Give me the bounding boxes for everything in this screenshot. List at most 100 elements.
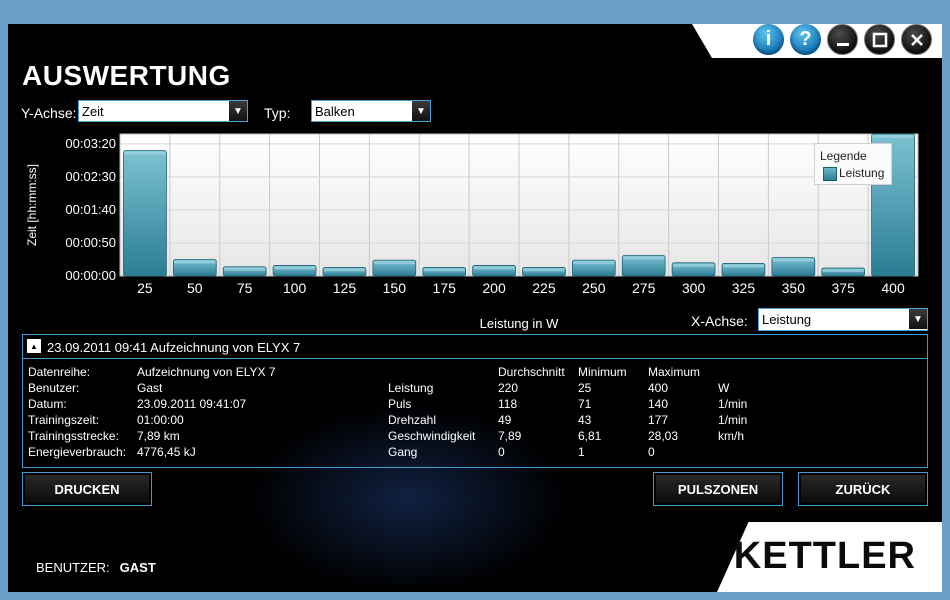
stats-avg: 7,89 — [498, 429, 522, 443]
stats-header: Maximum — [648, 365, 701, 379]
info-value: 7,89 km — [137, 429, 180, 443]
info-label: Benutzer: — [28, 381, 80, 395]
x-tick-label: 100 — [283, 280, 307, 296]
x-tick-label: 225 — [532, 280, 556, 296]
stats-unit: km/h — [718, 429, 745, 443]
x-tick-label: 375 — [832, 280, 856, 296]
x-tick-label: 400 — [881, 280, 905, 296]
stats-max: 140 — [648, 397, 669, 411]
bar-highlight — [822, 269, 864, 273]
info-value: Aufzeichnung von ELYX 7 — [137, 365, 276, 379]
stats-min: 43 — [578, 413, 592, 427]
legend-entry: Leistung — [839, 166, 885, 180]
info-label: Energieverbrauch: — [28, 445, 127, 459]
collapse-arrow-icon[interactable]: ▲ — [27, 339, 41, 353]
stats-min: 6,81 — [578, 429, 602, 443]
info-label: Datum: — [28, 397, 67, 411]
bar-highlight — [473, 266, 515, 270]
stats-avg: 220 — [498, 381, 519, 395]
x-tick-label: 125 — [333, 280, 357, 296]
x-tick-label: 300 — [682, 280, 706, 296]
bar-highlight — [224, 267, 266, 271]
y-tick-label: 00:00:50 — [65, 235, 116, 250]
stats-header: Minimum — [578, 365, 627, 379]
y-tick-label: 00:03:20 — [65, 136, 116, 151]
bar-highlight — [772, 258, 814, 262]
x-tick-label: 75 — [237, 280, 253, 296]
details-header-text: 23.09.2011 09:41 Aufzeichnung von ELYX 7 — [47, 340, 301, 355]
x-axis-select[interactable]: Leistung ▼ — [758, 308, 928, 331]
bar-highlight — [872, 135, 914, 138]
stats-name: Gang — [388, 445, 418, 459]
stats-max: 177 — [648, 413, 669, 427]
stats-max: 400 — [648, 381, 669, 395]
x-tick-label: 200 — [482, 280, 506, 296]
stats-unit: 1/min — [718, 413, 748, 427]
x-axis-select-value: Leistung — [762, 312, 812, 327]
x-tick-label: 350 — [782, 280, 806, 296]
y-tick-label: 00:01:40 — [65, 202, 116, 217]
chart: 00:00:00 00:00:50 00:01:40 00:02:30 00:03:20… — [8, 24, 942, 334]
info-value: Gast — [137, 381, 163, 395]
legend-title: Legende — [820, 149, 867, 163]
bar — [123, 150, 167, 277]
stats-avg: 0 — [498, 445, 505, 459]
bar-highlight — [722, 264, 764, 268]
bar-highlight — [323, 268, 365, 272]
back-button[interactable]: ZURÜCK — [798, 472, 928, 506]
bar-highlight — [623, 256, 665, 260]
stats-header: Durchschnitt — [498, 365, 565, 379]
info-label: Trainingszeit: — [28, 413, 99, 427]
stats-avg: 118 — [498, 397, 518, 411]
bar-highlight — [274, 266, 316, 270]
info-value: 4776,45 kJ — [137, 445, 196, 459]
print-button[interactable]: DRUCKEN — [22, 472, 152, 506]
info-label: Datenreihe: — [28, 365, 91, 379]
x-tick-label: 25 — [137, 280, 153, 296]
x-tick-label: 275 — [632, 280, 656, 296]
user-value: GAST — [119, 560, 156, 575]
bar-highlight — [174, 260, 216, 264]
stats-min: 1 — [578, 445, 585, 459]
x-tick-label: 175 — [433, 280, 457, 296]
bar-highlight — [573, 261, 615, 265]
y-axis-title: Zeit [hh:mm:ss] — [25, 164, 39, 246]
stats-max: 28,03 — [648, 429, 679, 443]
stats-name: Puls — [388, 397, 412, 411]
bar-highlight — [523, 268, 565, 272]
stats-min: 25 — [578, 381, 592, 395]
details-panel: ▲ 23.09.2011 09:41 Aufzeichnung von ELYX… — [22, 334, 928, 468]
x-tick-label: 50 — [187, 280, 203, 296]
x-axis-label: X-Achse: — [691, 313, 748, 329]
stats-name: Drehzahl — [388, 413, 437, 427]
bar-highlight — [373, 261, 415, 265]
stats-name: Leistung — [388, 381, 434, 395]
stats-name: Geschwindigkeit — [388, 429, 476, 443]
status-bar: BENUTZER: GAST — [36, 560, 156, 575]
app-window: KETTLER i ? AUSWERTUNG Y-Achse: Zeit ▼ T… — [8, 24, 942, 592]
y-tick-label: 00:02:30 — [65, 169, 116, 184]
info-value: 23.09.2011 09:41:07 — [137, 397, 247, 411]
x-tick-label: 150 — [383, 280, 407, 296]
bar-highlight — [124, 151, 166, 155]
pulse-zones-button[interactable]: PULSZONEN — [653, 472, 783, 506]
info-label: Trainingsstrecke: — [28, 429, 119, 443]
stats-unit: W — [718, 381, 730, 395]
stats-avg: 49 — [498, 413, 512, 427]
stats-max: 0 — [648, 445, 655, 459]
x-tick-label: 250 — [582, 280, 606, 296]
info-value: 01:00:00 — [137, 413, 184, 427]
stats-min: 71 — [578, 397, 592, 411]
chart-legend: Legende Leistung — [814, 143, 892, 185]
details-header[interactable]: ▲ 23.09.2011 09:41 Aufzeichnung von ELYX… — [23, 335, 927, 359]
x-axis-title: Leistung in W — [480, 316, 559, 331]
stats-unit: 1/min — [718, 397, 748, 411]
legend-swatch — [823, 167, 837, 181]
y-tick-label: 00:00:00 — [65, 268, 116, 283]
kettler-logo: KETTLER — [733, 535, 916, 577]
bar-chart: 00:00:00 00:00:50 00:01:40 00:02:30 00:03:20… — [25, 133, 919, 331]
chevron-down-icon[interactable]: ▼ — [909, 309, 927, 329]
bar-highlight — [673, 263, 715, 267]
user-label: BENUTZER: — [36, 560, 110, 575]
bar-highlight — [423, 268, 465, 272]
